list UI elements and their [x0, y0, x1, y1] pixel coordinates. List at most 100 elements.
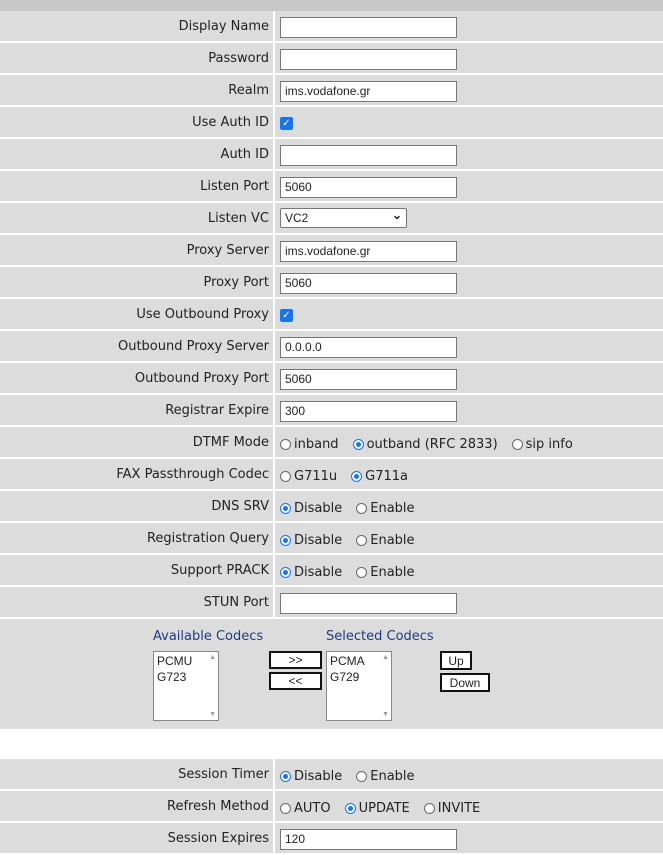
outbound-proxy-server-input[interactable]: 0.0.0.0 — [280, 336, 457, 358]
radio-button[interactable] — [351, 470, 363, 482]
row-outbound-proxy-port: Outbound Proxy Port 5060 — [0, 363, 663, 395]
remove-codec-button[interactable]: << — [269, 672, 322, 690]
dtmf-mode-option-inband[interactable]: inband — [280, 437, 339, 452]
selected-codecs-list[interactable]: PCMA G729 ▲ ▼ — [326, 651, 392, 721]
radio-button[interactable] — [356, 770, 368, 782]
dtmf-mode-option-sip-info[interactable]: sip info — [511, 437, 573, 452]
outbound-proxy-server-label: Outbound Proxy Server — [117, 338, 269, 354]
display-name-value-cell — [273, 11, 663, 41]
proxy-server-label: Proxy Server — [186, 242, 269, 258]
proxy-port-label: Proxy Port — [203, 274, 269, 290]
available-codecs-heading: Available Codecs — [153, 629, 264, 644]
stun-port-input[interactable] — [280, 592, 457, 614]
refresh-method-option-invite[interactable]: INVITE — [423, 801, 480, 816]
scroll-down-icon[interactable]: ▼ — [382, 711, 389, 718]
fax-passthrough-codec-label: FAX Passthrough Codec — [116, 466, 269, 482]
codec-item[interactable]: PCMA — [330, 653, 388, 669]
refresh-method-option-label: UPDATE — [358, 800, 410, 816]
session-expires-label: Session Expires — [167, 830, 269, 846]
row-proxy-port: Proxy Port 5060 — [0, 267, 663, 299]
radio-button[interactable] — [280, 502, 291, 514]
display-name-label: Display Name — [178, 18, 269, 34]
password-input[interactable] — [280, 48, 457, 70]
realm-label: Realm — [228, 82, 269, 98]
registration-query-option-enable[interactable]: Enable — [356, 533, 415, 548]
row-session-expires: Session Expires 120 — [0, 823, 663, 855]
row-stun-port: STUN Port — [0, 587, 663, 619]
outbound-proxy-port-input[interactable]: 5060 — [280, 368, 457, 390]
scroll-down-icon[interactable]: ▼ — [209, 711, 216, 718]
section-spacer — [0, 729, 663, 759]
support-prack-option-disable[interactable]: Disable — [280, 565, 342, 580]
row-session-timer: Session Timer Disable Enable — [0, 759, 663, 791]
dns-srv-option-label: Enable — [370, 500, 415, 516]
registrar-expire-input[interactable]: 300 — [280, 400, 457, 422]
radio-button[interactable] — [356, 502, 368, 514]
radio-button[interactable] — [344, 802, 356, 814]
session-settings-table: Session Timer Disable Enable Refresh Method… — [0, 759, 663, 855]
registration-query-option-label: Disable — [294, 532, 343, 548]
radio-button[interactable] — [280, 470, 291, 482]
session-timer-option-enable[interactable]: Enable — [356, 769, 415, 784]
dtmf-mode-value-cell: inband outband (RFC 2833) sip info — [273, 427, 663, 457]
radio-button[interactable] — [356, 566, 368, 578]
listen-port-input[interactable]: 5060 — [280, 176, 457, 198]
codec-item[interactable]: G723 — [157, 669, 215, 685]
session-timer-option-disable[interactable]: Disable — [280, 769, 342, 784]
radio-button[interactable] — [280, 438, 291, 450]
registration-query-option-disable[interactable]: Disable — [280, 533, 342, 548]
listen-vc-value-cell: VC2 ⌄ — [273, 203, 663, 233]
use-auth-id-value-cell: ✓ — [273, 107, 663, 137]
fax-passthrough-codec-option-g711u[interactable]: G711u — [280, 469, 337, 484]
row-display-name: Display Name — [0, 11, 663, 43]
row-listen-port: Listen Port 5060 — [0, 171, 663, 203]
realm-input[interactable]: ims.vodafone.gr — [280, 80, 457, 102]
use-outbound-proxy-label: Use Outbound Proxy — [136, 306, 269, 322]
auth-id-value-cell — [273, 139, 663, 169]
refresh-method-option-auto[interactable]: AUTO — [280, 801, 331, 816]
dns-srv-value-cell: Disable Enable — [273, 491, 663, 521]
dtmf-mode-option-label: outband (RFC 2833) — [366, 436, 498, 452]
radio-button[interactable] — [352, 438, 364, 450]
session-expires-input[interactable]: 120 — [280, 828, 457, 850]
registration-query-value-cell: Disable Enable — [273, 523, 663, 553]
use-auth-id-checkbox[interactable]: ✓ — [280, 116, 293, 130]
radio-button[interactable] — [280, 566, 291, 578]
radio-button[interactable] — [280, 802, 291, 814]
radio-button[interactable] — [423, 802, 435, 814]
refresh-method-option-label: AUTO — [294, 800, 331, 816]
codec-item[interactable]: PCMU — [157, 653, 215, 669]
top-bar — [0, 0, 663, 11]
move-down-button[interactable]: Down — [440, 673, 490, 692]
scroll-up-icon[interactable]: ▲ — [382, 654, 389, 661]
refresh-method-option-update[interactable]: UPDATE — [344, 800, 410, 816]
proxy-port-input[interactable]: 5060 — [280, 272, 457, 294]
row-fax-passthrough-codec: FAX Passthrough Codec G711u G711a — [0, 459, 663, 491]
proxy-server-input[interactable]: ims.vodafone.gr — [280, 240, 457, 262]
available-codecs-list[interactable]: PCMU G723 ▲ ▼ — [153, 651, 219, 721]
radio-button[interactable] — [511, 438, 523, 450]
sip-settings-table: Display Name Password Realm ims.vodafone.gr… — [0, 11, 663, 619]
use-outbound-proxy-checkbox[interactable]: ✓ — [280, 308, 293, 322]
support-prack-option-enable[interactable]: Enable — [356, 565, 415, 580]
dns-srv-option-disable[interactable]: Disable — [280, 501, 342, 516]
display-name-input[interactable] — [280, 16, 457, 38]
radio-button[interactable] — [280, 770, 291, 782]
use-auth-id-label: Use Auth ID — [192, 114, 269, 130]
dns-srv-option-enable[interactable]: Enable — [356, 500, 415, 516]
scroll-up-icon[interactable]: ▲ — [209, 654, 216, 661]
dtmf-mode-option-outband-rfc-2833[interactable]: outband (RFC 2833) — [352, 436, 498, 452]
move-up-button[interactable]: Up — [440, 651, 472, 670]
radio-button[interactable] — [356, 534, 368, 546]
proxy-server-value-cell: ims.vodafone.gr — [273, 235, 663, 265]
fax-passthrough-codec-value-cell: G711u G711a — [273, 459, 663, 489]
auth-id-input[interactable] — [280, 144, 457, 166]
radio-button[interactable] — [280, 534, 291, 546]
codec-item[interactable]: G729 — [330, 669, 388, 685]
listen-port-value-cell: 5060 — [273, 171, 663, 201]
add-codec-button[interactable]: >> — [269, 651, 322, 669]
listen-vc-select[interactable]: VC2 ⌄ — [280, 208, 407, 228]
session-timer-label: Session Timer — [178, 766, 269, 782]
fax-passthrough-codec-option-g711a[interactable]: G711a — [351, 469, 408, 484]
row-password: Password — [0, 43, 663, 75]
